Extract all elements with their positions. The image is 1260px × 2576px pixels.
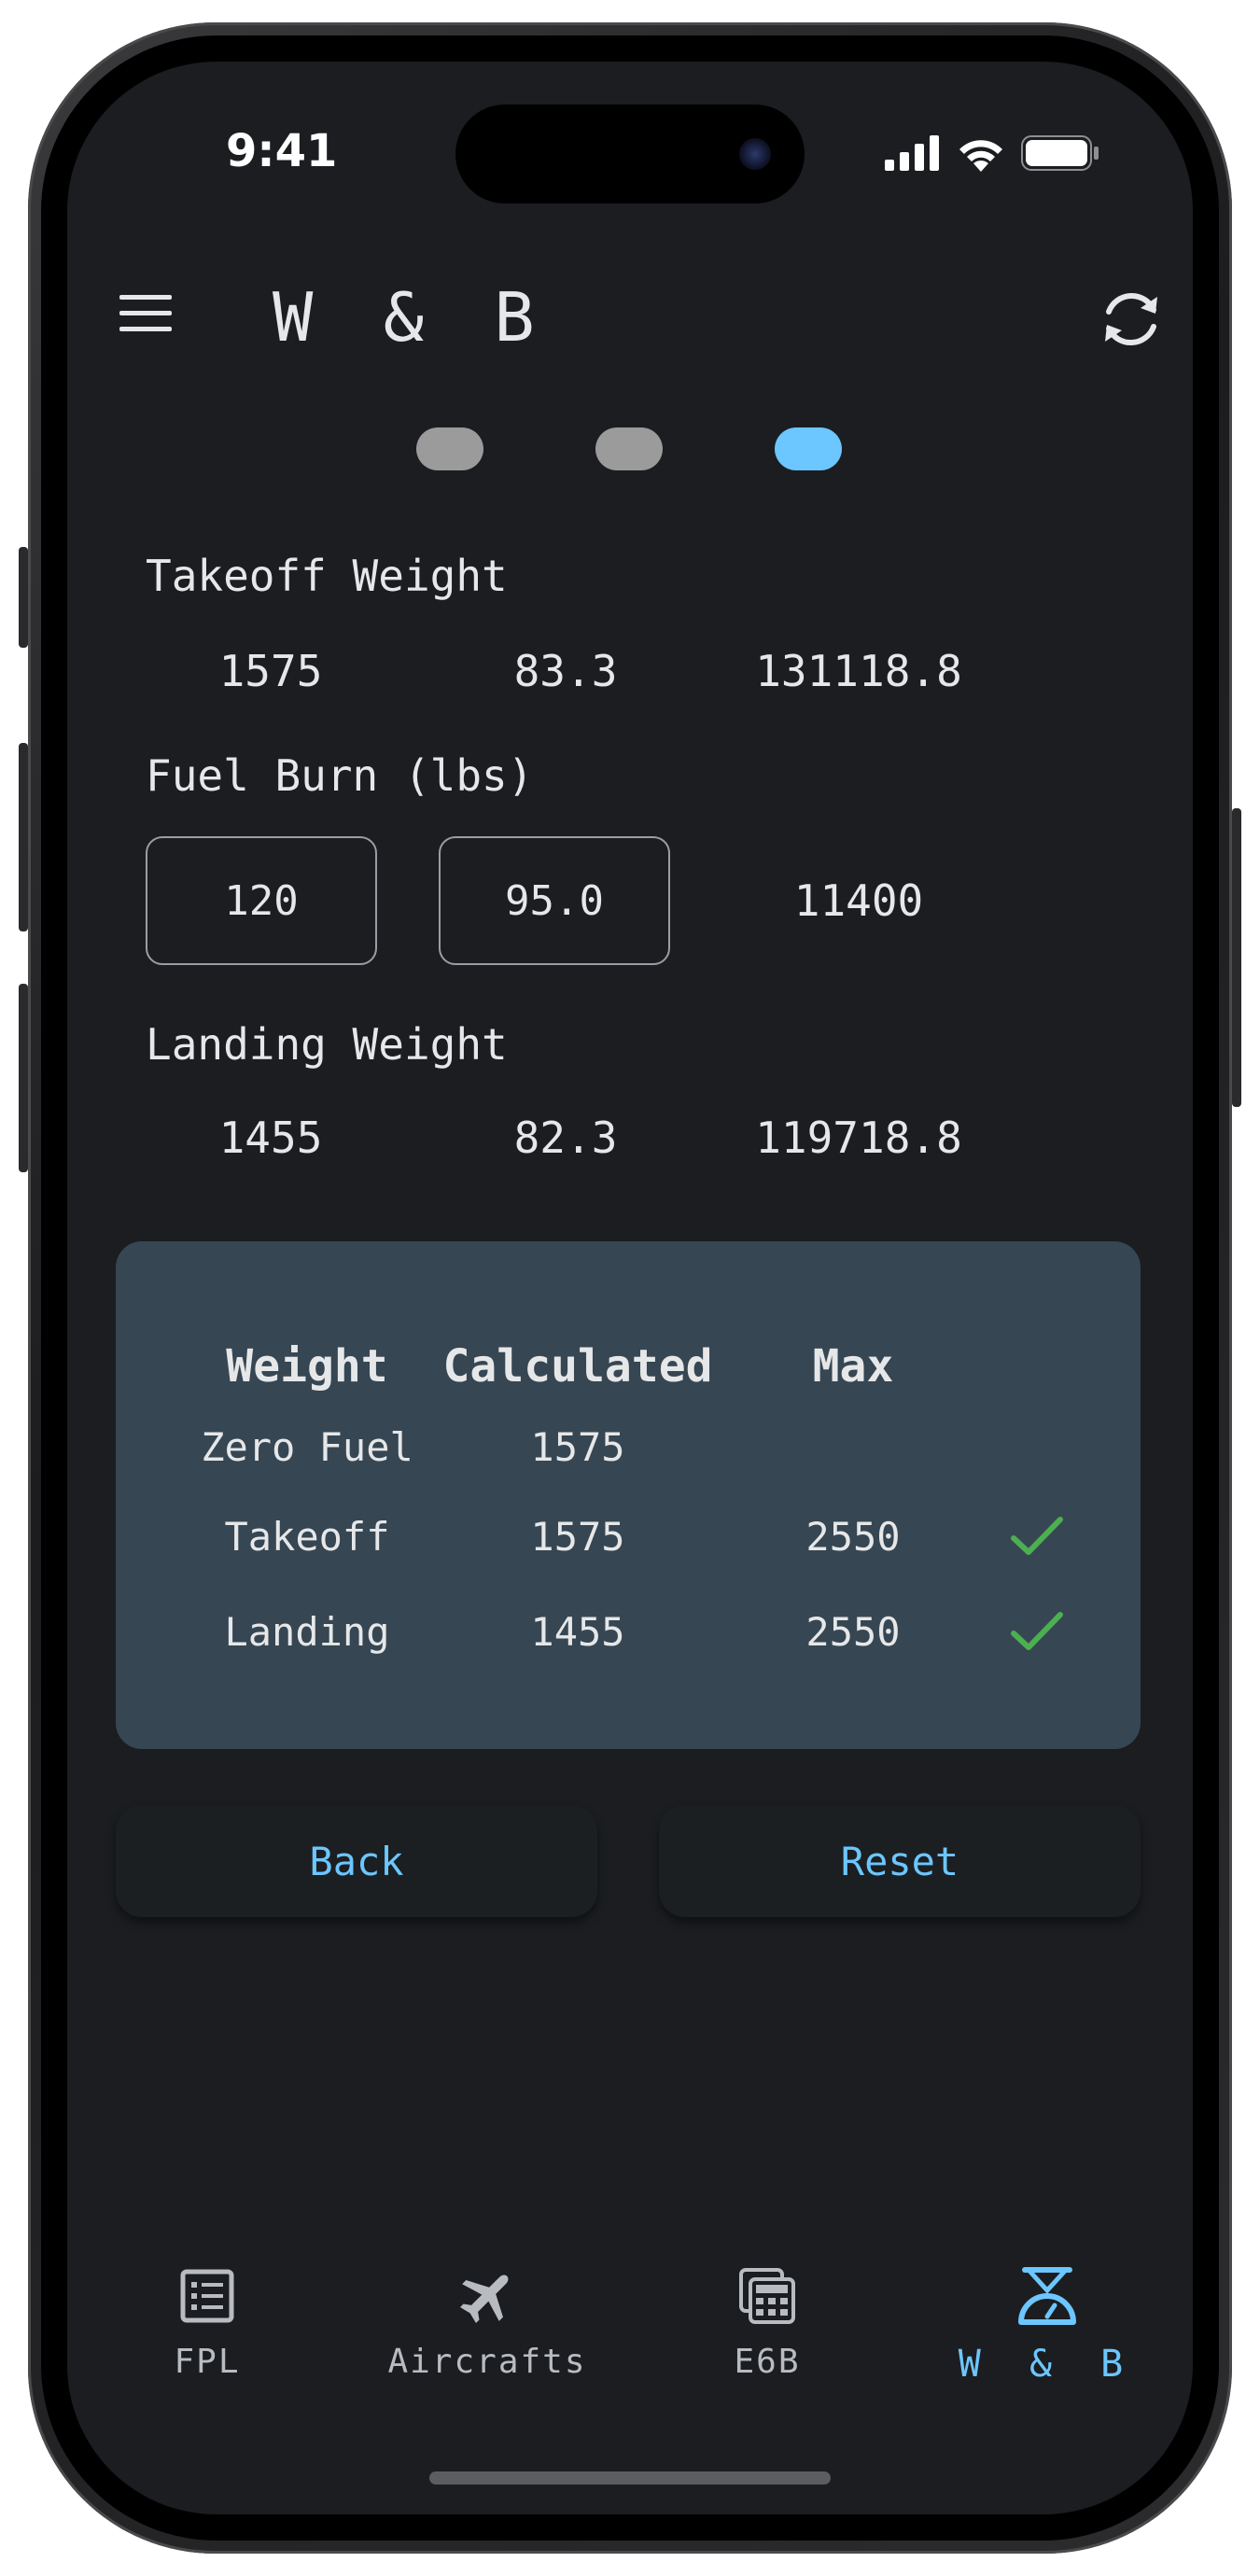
weight-summary-card: Weight Calculated Max Zero Fuel 1575 Tak… bbox=[116, 1241, 1141, 1749]
landing-moment-value: 119718.8 bbox=[755, 1113, 962, 1163]
list-icon bbox=[180, 2269, 234, 2323]
fuel-burn-arm-input[interactable] bbox=[439, 836, 670, 965]
reset-button[interactable]: Reset bbox=[659, 1805, 1141, 1917]
home-indicator[interactable] bbox=[429, 2471, 831, 2485]
wifi-icon bbox=[959, 140, 1002, 172]
front-camera bbox=[739, 138, 771, 170]
takeoff-weight-label: Takeoff Weight bbox=[146, 551, 508, 601]
fuel-burn-moment-value: 11400 bbox=[793, 875, 924, 926]
fuel-burn-label: Fuel Burn (lbs) bbox=[146, 750, 534, 801]
nav-item-fpl[interactable]: FPL bbox=[67, 2264, 347, 2381]
nav-label-fpl: FPL bbox=[174, 2343, 241, 2381]
landing-weight-label: Landing Weight bbox=[146, 1019, 508, 1070]
back-button[interactable]: Back bbox=[116, 1805, 597, 1917]
cellular-signal-icon bbox=[885, 135, 939, 171]
action-button bbox=[19, 547, 28, 648]
scale-icon bbox=[1018, 2267, 1076, 2325]
page-dot-1[interactable] bbox=[416, 427, 483, 470]
row-takeoff-max: 2550 bbox=[805, 1514, 901, 1560]
nav-label-aircrafts: Aircrafts bbox=[387, 2343, 587, 2381]
nav-item-wb[interactable]: W & B bbox=[907, 2264, 1187, 2386]
check-icon bbox=[1011, 1517, 1063, 1555]
page-dot-2[interactable] bbox=[595, 427, 663, 470]
menu-icon[interactable] bbox=[119, 295, 172, 332]
status-time: 9:41 bbox=[226, 125, 338, 177]
check-icon bbox=[1011, 1612, 1063, 1650]
nav-item-e6b[interactable]: E6B bbox=[627, 2264, 907, 2381]
page-dot-3[interactable] bbox=[775, 427, 842, 470]
takeoff-moment-value: 131118.8 bbox=[755, 646, 962, 696]
landing-weight-value: 1455 bbox=[218, 1113, 323, 1163]
page-indicator bbox=[416, 427, 842, 470]
takeoff-weight-value: 1575 bbox=[218, 646, 323, 696]
row-zero-fuel-calculated: 1575 bbox=[530, 1424, 625, 1470]
row-landing-calculated: 1455 bbox=[530, 1609, 625, 1655]
volume-down-button bbox=[19, 984, 28, 1172]
header-max: Max bbox=[812, 1340, 894, 1393]
row-zero-fuel-name: Zero Fuel bbox=[201, 1424, 413, 1470]
row-landing-name: Landing bbox=[224, 1609, 390, 1655]
dynamic-island bbox=[455, 105, 805, 203]
nav-label-wb: W & B bbox=[958, 2343, 1137, 2386]
calculator-icon bbox=[739, 2268, 795, 2324]
nav-item-aircrafts[interactable]: Aircrafts bbox=[347, 2264, 627, 2381]
takeoff-arm-value: 83.3 bbox=[513, 646, 618, 696]
airplane-icon bbox=[460, 2275, 509, 2323]
battery-icon bbox=[1021, 135, 1099, 171]
row-landing-max: 2550 bbox=[805, 1609, 901, 1655]
row-takeoff-calculated: 1575 bbox=[530, 1514, 625, 1560]
power-button bbox=[1232, 808, 1241, 1107]
header-weight: Weight bbox=[226, 1340, 388, 1393]
sync-icon[interactable] bbox=[1096, 284, 1167, 355]
landing-arm-value: 82.3 bbox=[513, 1113, 618, 1163]
volume-up-button bbox=[19, 743, 28, 931]
header-calculated: Calculated bbox=[442, 1340, 713, 1393]
row-takeoff-name: Takeoff bbox=[224, 1514, 390, 1560]
fuel-burn-weight-input[interactable] bbox=[146, 836, 377, 965]
app-screen: 9:41 W & B Takeoff Weight 1575 83.3 1311… bbox=[67, 62, 1193, 2514]
nav-label-e6b: E6B bbox=[734, 2343, 801, 2381]
status-icons bbox=[885, 134, 1099, 172]
page-title: W & B bbox=[273, 278, 550, 357]
